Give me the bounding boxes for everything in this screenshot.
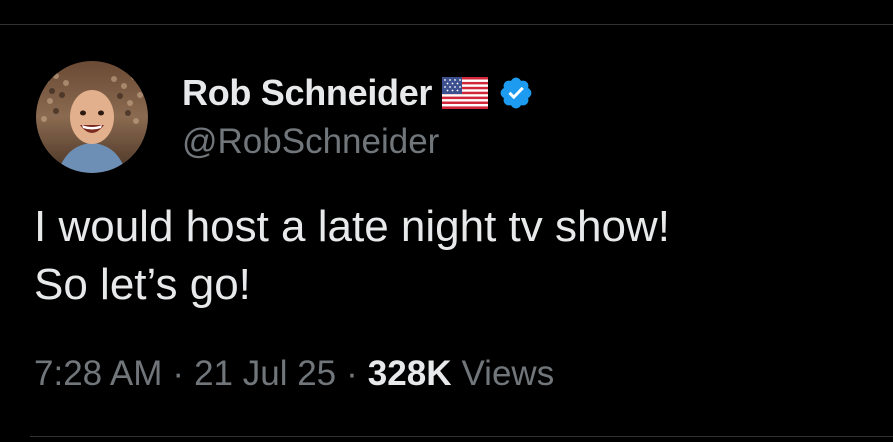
avatar[interactable]	[36, 61, 148, 173]
meta-separator: ·	[172, 354, 185, 393]
views-count: 328K	[367, 354, 452, 393]
us-flag-icon	[442, 77, 489, 109]
tweet-text: I would host a late night tv show! So le…	[34, 202, 670, 309]
tweet-time[interactable]: 7:28 AM	[34, 354, 162, 394]
tweet-meta: 7:28 AM · 21 Jul 25 · 328K Views	[34, 354, 554, 394]
avatar-image	[36, 61, 148, 173]
verified-badge-icon[interactable]	[498, 75, 534, 111]
meta-separator: ·	[346, 354, 358, 393]
views-label: Views	[461, 354, 555, 393]
user-info: Rob Schneider @RobSchneider	[182, 72, 534, 162]
name-row: Rob Schneider	[182, 72, 534, 114]
bottom-divider	[30, 436, 893, 437]
user-handle[interactable]: @RobSchneider	[182, 122, 534, 162]
display-name[interactable]: Rob Schneider	[182, 72, 432, 114]
tweet-date[interactable]: 21 Jul 25	[194, 354, 336, 394]
tweet-card: Rob Schneider @RobSchneider I would host…	[0, 0, 893, 442]
